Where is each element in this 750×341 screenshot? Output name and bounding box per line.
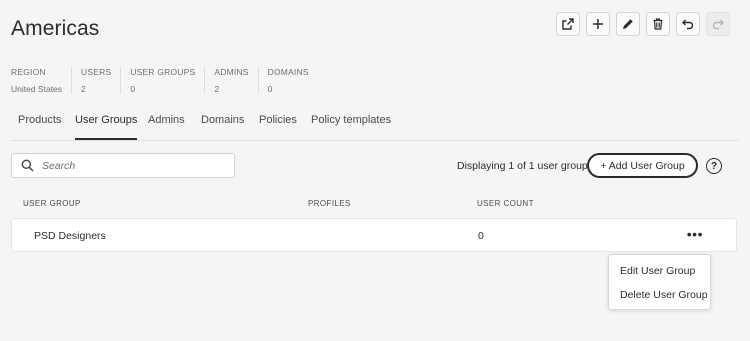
undo-button[interactable]	[676, 12, 700, 36]
toolbar	[556, 12, 730, 36]
search-field[interactable]	[11, 153, 235, 178]
open-external-button[interactable]	[556, 12, 580, 36]
add-button[interactable]	[586, 12, 610, 36]
stat-users: USERS 2	[71, 67, 120, 94]
delete-button[interactable]	[646, 12, 670, 36]
page-title: Americas	[11, 17, 100, 40]
menu-item-delete-user-group[interactable]: Delete User Group	[620, 289, 708, 301]
stat-label: ADMINS	[214, 67, 249, 77]
tab-policy-templates[interactable]: Policy templates	[311, 114, 391, 140]
menu-item-edit-user-group[interactable]: Edit User Group	[620, 265, 695, 277]
search-icon	[21, 159, 34, 172]
plus-icon	[593, 19, 603, 29]
stat-value: 2	[81, 84, 86, 94]
tab-admins[interactable]: Admins	[148, 114, 185, 140]
tab-domains[interactable]: Domains	[201, 114, 244, 140]
column-header-user-group[interactable]: USER GROUP	[23, 199, 81, 208]
column-header-user-count: USER COUNT	[477, 199, 534, 208]
user-group-name[interactable]: PSD Designers	[34, 230, 106, 242]
results-count: Displaying 1 of 1 user groups	[457, 160, 593, 172]
summary-stats: REGION United States USERS 2 USER GROUPS…	[11, 67, 318, 94]
table-header: USER GROUP PROFILES USER COUNT	[11, 199, 739, 211]
stat-value: 0	[267, 84, 273, 94]
stat-label: USERS	[81, 67, 112, 77]
search-input[interactable]	[40, 158, 224, 173]
tab-policies[interactable]: Policies	[259, 114, 297, 140]
tab-products[interactable]: Products	[18, 114, 61, 140]
more-actions-icon[interactable]: •••	[687, 227, 703, 241]
stat-label: REGION	[11, 67, 46, 77]
user-group-count: 0	[478, 230, 484, 242]
external-link-icon	[562, 18, 574, 30]
pencil-icon	[623, 19, 633, 29]
edit-button[interactable]	[616, 12, 640, 36]
add-user-group-button[interactable]: + Add User Group	[587, 153, 698, 178]
trash-icon	[653, 18, 663, 30]
stat-region: REGION United States	[11, 67, 71, 94]
stat-value: United States	[11, 84, 63, 94]
stat-value: 0	[130, 84, 136, 94]
undo-icon	[682, 19, 694, 30]
tab-user-groups[interactable]: User Groups	[75, 114, 138, 140]
row-context-menu: Edit User Group Delete User Group	[608, 254, 711, 310]
stat-value: 2	[214, 84, 220, 94]
column-header-profiles: PROFILES	[308, 199, 351, 208]
help-icon[interactable]: ?	[706, 158, 722, 174]
redo-button[interactable]	[706, 12, 730, 36]
tab-bar: Products User Groups Admins Domains Poli…	[11, 108, 739, 141]
table-row[interactable]: PSD Designers 0 •••	[11, 218, 737, 252]
stat-label: USER GROUPS	[130, 67, 196, 77]
stat-admins: ADMINS 2	[204, 67, 257, 94]
stat-domains: DOMAINS 0	[257, 67, 318, 94]
redo-icon	[712, 19, 724, 30]
stat-user-groups: USER GROUPS 0	[120, 67, 204, 94]
stat-label: DOMAINS	[267, 67, 309, 77]
